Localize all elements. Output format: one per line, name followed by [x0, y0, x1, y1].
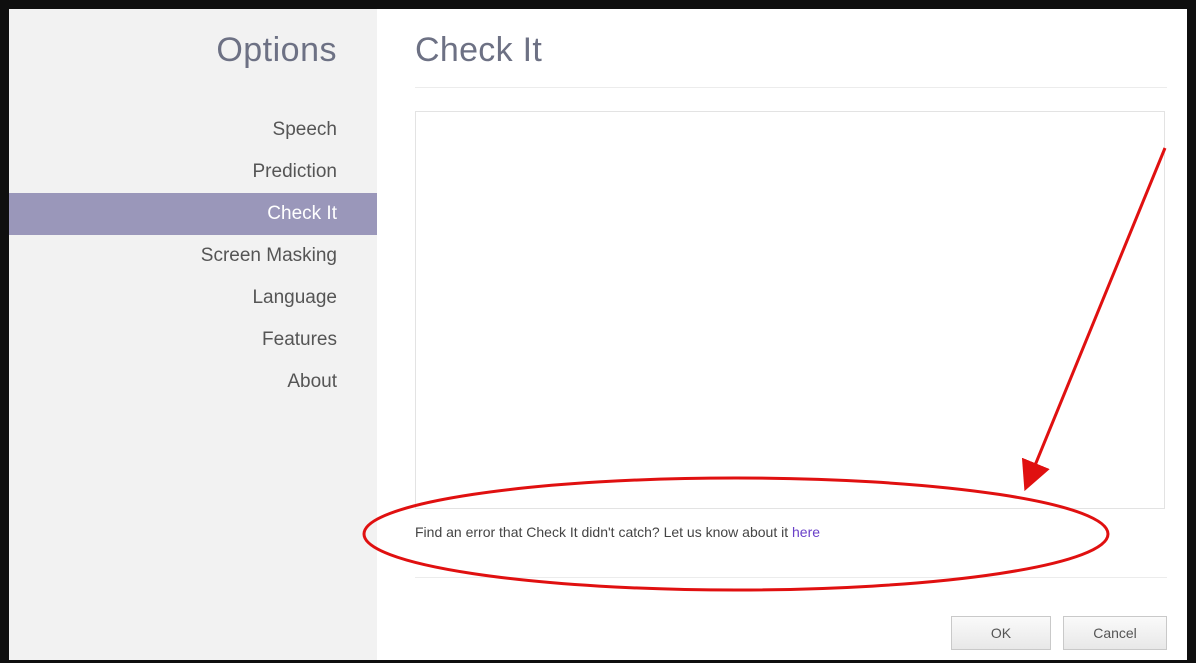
page-title: Check It	[415, 31, 543, 69]
options-sidebar: Options Speech Prediction Check It Scree…	[9, 9, 377, 660]
nav-item-speech[interactable]: Speech	[9, 109, 377, 151]
sidebar-title: Options	[216, 31, 337, 69]
footer-divider	[415, 577, 1167, 578]
nav-item-screen-masking[interactable]: Screen Masking	[9, 235, 377, 277]
nav-item-check-it[interactable]: Check It	[9, 193, 377, 235]
feedback-link[interactable]: here	[792, 524, 820, 540]
check-it-panel[interactable]	[415, 111, 1165, 509]
feedback-text: Find an error that Check It didn't catch…	[415, 524, 792, 540]
nav-item-prediction[interactable]: Prediction	[9, 151, 377, 193]
cancel-button[interactable]: Cancel	[1063, 616, 1167, 650]
options-window: Options Speech Prediction Check It Scree…	[0, 0, 1196, 663]
content-pane: Check It Find an error that Check It did…	[377, 9, 1187, 660]
feedback-message: Find an error that Check It didn't catch…	[415, 524, 820, 540]
nav-item-language[interactable]: Language	[9, 277, 377, 319]
ok-button[interactable]: OK	[951, 616, 1051, 650]
title-divider	[415, 87, 1167, 88]
options-nav: Speech Prediction Check It Screen Maskin…	[9, 109, 377, 403]
nav-item-about[interactable]: About	[9, 361, 377, 403]
nav-item-features[interactable]: Features	[9, 319, 377, 361]
